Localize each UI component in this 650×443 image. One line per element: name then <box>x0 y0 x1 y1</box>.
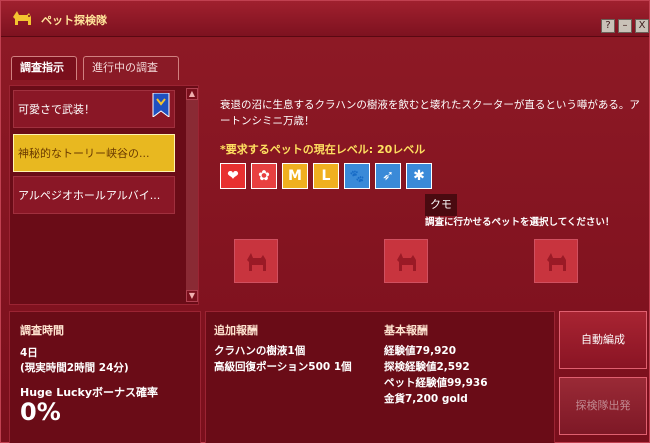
pet-expedition-window: ペット探検隊 ? – X 調査指示 進行中の調査 可愛さで武装！ 神秘的なトーリ… <box>0 0 650 443</box>
paw-icon: 🐾 <box>344 163 370 189</box>
base-reward-title: 基本報酬 <box>384 324 428 337</box>
mission-list: 可愛さで武装！ 神秘的なトーリー峡谷の... アルペジオホールアルバイ... ▲… <box>9 85 199 305</box>
base-reward-item: ペット経験値99,936 <box>384 377 488 389</box>
reward-panel: 追加報酬 クラハンの樹液1個 高級回復ポーション500 1個 基本報酬 経験値7… <box>205 311 555 443</box>
list-item[interactable]: 神秘的なトーリー峡谷の... <box>13 134 175 172</box>
l-icon: L <box>313 163 339 189</box>
base-reward-item: 探検経験値2,592 <box>384 361 470 373</box>
gear-icon: ✿ <box>251 163 277 189</box>
dog-silhouette-icon <box>547 253 566 271</box>
base-reward-item: 経験値79,920 <box>384 345 457 357</box>
list-item-label: アルペジオホールアルバイ... <box>18 189 161 202</box>
mission-detail: 衰退の沼に生息するクラハンの樹液を飲むと壊れたスクーターが直るという噂がある。ア… <box>206 85 646 205</box>
minimize-button[interactable]: – <box>618 19 632 33</box>
scroll-down-icon[interactable]: ▼ <box>186 290 198 302</box>
list-scrollbar[interactable]: ▲ ▼ <box>186 88 198 302</box>
list-item[interactable]: 可愛さで武装！ <box>13 90 175 128</box>
skill-tooltip: クモ <box>425 194 457 216</box>
time-title: 調査時間 <box>20 324 64 337</box>
time-panel: 調査時間 4日 (現実時間2時間 24分) Huge Luckyボーナス確率 0… <box>9 311 201 443</box>
extra-reward-item: 高級回復ポーション500 1個 <box>214 361 352 373</box>
time-real: (現実時間2時間 24分) <box>20 362 129 374</box>
list-item-label: 神秘的なトーリー峡谷の... <box>18 147 150 160</box>
close-button[interactable]: X <box>635 19 649 33</box>
dog-icon <box>13 11 31 25</box>
pet-slot-3[interactable] <box>534 239 578 283</box>
dispatch-button[interactable]: 探検隊出発 <box>559 377 647 435</box>
pet-slot-2[interactable] <box>384 239 428 283</box>
lucky-value: 0% <box>20 398 61 426</box>
base-reward-item: 金貨7,200 gold <box>384 393 468 405</box>
dog-silhouette-icon <box>397 253 416 271</box>
extra-reward-title: 追加報酬 <box>214 324 258 337</box>
tab-investigation-order[interactable]: 調査指示 <box>11 56 77 80</box>
help-button[interactable]: ? <box>601 19 615 33</box>
auto-formation-button[interactable]: 自動編成 <box>559 311 647 369</box>
m-icon: M <box>282 163 308 189</box>
spider-icon: ✱ <box>406 163 432 189</box>
list-item-label: 可愛さで武装！ <box>18 103 95 116</box>
ribbon-badge-icon <box>152 93 170 117</box>
select-pet-message: 調査に行かせるペットを選択してください！ <box>425 217 615 228</box>
extra-reward-item: クラハンの樹液1個 <box>214 345 306 357</box>
list-item[interactable]: アルペジオホールアルバイ... <box>13 176 175 214</box>
required-level: *要求するペットの現在レベル: 20レベル <box>220 143 426 156</box>
scroll-up-icon[interactable]: ▲ <box>186 88 198 100</box>
pet-slot-1[interactable] <box>234 239 278 283</box>
heart-icon: ❤ <box>220 163 246 189</box>
dog-silhouette-icon <box>247 253 266 271</box>
title-bar[interactable]: ペット探検隊 ? – X <box>1 1 649 37</box>
tab-in-progress[interactable]: 進行中の調査 <box>83 56 179 80</box>
wing-icon: ➶ <box>375 163 401 189</box>
time-value: 4日 <box>20 347 38 359</box>
window-title: ペット探検隊 <box>41 14 107 27</box>
mission-description: 衰退の沼に生息するクラハンの樹液を飲むと壊れたスクーターが直るという噂がある。ア… <box>220 99 640 127</box>
